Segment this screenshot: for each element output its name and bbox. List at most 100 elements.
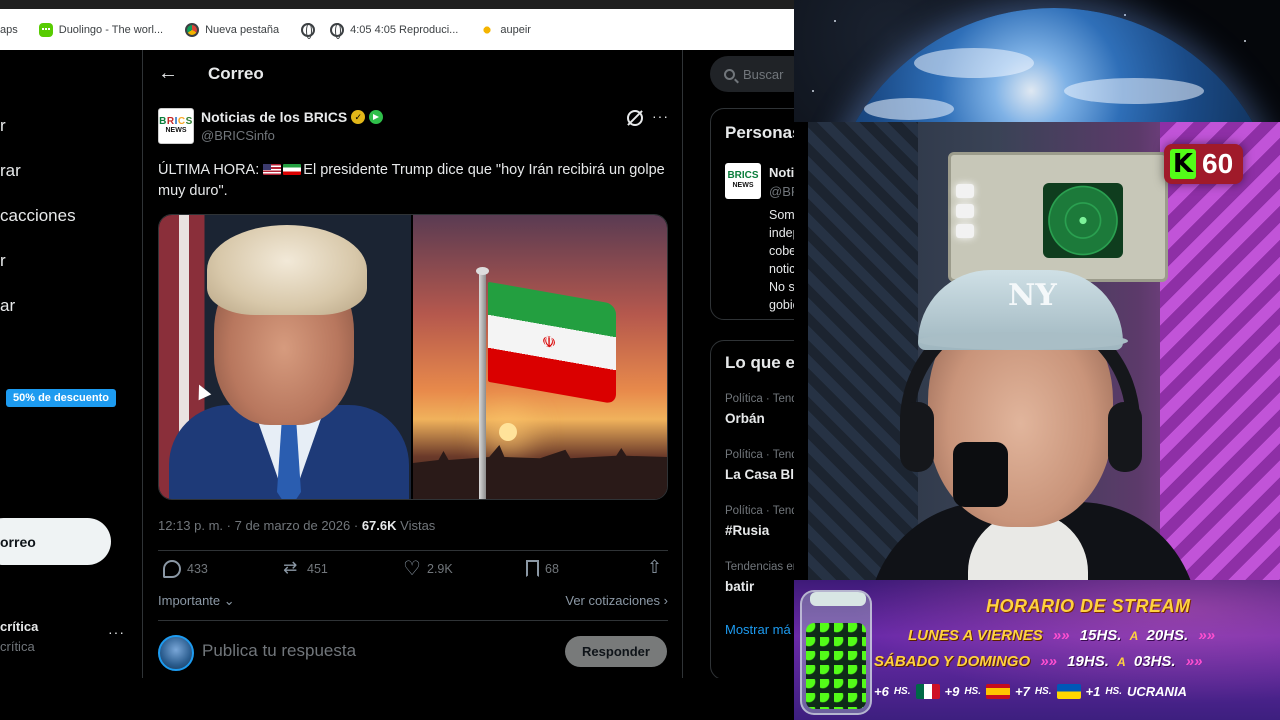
bookmarks-bar: aps Duolingo - The worl... Nueva pestaña… (0, 0, 794, 50)
tz-offset: +9 (944, 684, 960, 699)
person-avatar[interactable]: BRICS NEWS (725, 163, 761, 199)
schedule-to: 03HS. (1133, 653, 1176, 670)
trend-item[interactable]: Orbán (725, 411, 765, 426)
trump-photo[interactable] (159, 215, 412, 499)
reply-input[interactable]: Publica tu respuesta (202, 641, 356, 661)
radar-screen (1043, 183, 1123, 258)
reply-button[interactable]: 433 (163, 560, 208, 578)
view-quotes-label: Ver cotizaciones (565, 593, 661, 608)
bookmark-apps[interactable]: aps (0, 9, 29, 50)
nav-item[interactable]: ar (0, 296, 15, 316)
reply-submit-button[interactable]: Responder (565, 636, 667, 667)
schedule-from: 15HS. (1079, 627, 1122, 644)
schedule-sep: A (1117, 655, 1126, 669)
bookmark-label: 4:05 4:05 Reproduci... (350, 23, 459, 36)
bookmark-label: Nueva pestaña (205, 23, 280, 36)
reply-icon (163, 560, 181, 578)
post-button[interactable]: orreo (0, 518, 111, 565)
author-avatar[interactable]: BRICS NEWS (158, 108, 194, 144)
nav-item[interactable]: r (0, 116, 6, 136)
iran-emblem-icon: ☫ (541, 333, 557, 353)
bio-line: cobert (769, 244, 794, 258)
trend-item[interactable]: #Rusia (725, 523, 769, 538)
grok-icon[interactable] (627, 110, 643, 126)
trend-category: Tendencias en U (725, 561, 794, 573)
tweet-date[interactable]: 7 de marzo de 2026 (235, 518, 351, 533)
author-name[interactable]: Noticias de los BRICS ✓ (201, 109, 384, 125)
person-name[interactable]: Notici (769, 165, 794, 180)
schedule-row-weekend: SÁBADO Y DOMINGO »» 19HS. A 03HS. »» (874, 653, 1208, 670)
bookmark-globe[interactable] (290, 9, 319, 50)
bio-line: gobier (769, 298, 794, 312)
show-more-link[interactable]: Mostrar má (725, 622, 791, 637)
tz-unit: HS. (893, 686, 911, 697)
tweet-media[interactable]: ☫ (158, 214, 668, 500)
like-count: 2.9K (427, 562, 453, 576)
reply-count: 433 (187, 562, 208, 576)
bookmark-aupeir[interactable]: aupeir (469, 9, 542, 50)
photo-sun (499, 423, 518, 441)
bookmark-duolingo[interactable]: Duolingo - The worl... (29, 9, 174, 50)
page-title: Correo (208, 64, 264, 83)
nav-item[interactable]: r (0, 251, 6, 271)
discount-badge[interactable]: 50% de descuento (6, 389, 116, 407)
tz-unit: HS. (1034, 686, 1052, 697)
iran-flag-photo[interactable]: ☫ (413, 215, 667, 499)
viewer-count: 60 (1202, 148, 1234, 179)
space-banner (794, 0, 1280, 122)
bookmark-count: 68 (545, 561, 559, 576)
repost-button[interactable]: 451 (283, 558, 328, 578)
trend-item[interactable]: batir (725, 579, 754, 594)
x-page: r rar cacciones r ar 50% de descuento or… (0, 50, 794, 678)
back-arrow-icon[interactable]: ← (158, 63, 178, 83)
tz-offset: +6 (874, 684, 889, 699)
globe-icon (301, 22, 316, 39)
importante-dropdown[interactable]: Importante ⌄ (158, 593, 235, 609)
bio-line: No sor (769, 280, 794, 294)
chevron-right-icon: › (660, 593, 668, 608)
timezones: +6 HS. +9 HS. +7 HS. +1 HS. UCRANIA (874, 684, 1187, 699)
jar-graphic (800, 590, 872, 715)
nav-item[interactable]: rar (0, 161, 21, 181)
account-more-icon[interactable]: ··· (108, 624, 125, 640)
kick-logo-icon: K (1170, 149, 1196, 179)
photo-skyline (413, 445, 667, 499)
trend-category: Política · Tender (725, 449, 794, 461)
search-input[interactable]: Buscar (710, 56, 794, 92)
cap-logo: NY (1008, 278, 1057, 313)
bookmark-label: aupeir (500, 23, 531, 36)
bookmark-playback[interactable]: 4:05 4:05 Reproduci... (319, 9, 469, 50)
share-button[interactable] (646, 557, 664, 578)
schedule-title: HORARIO DE STREAM (986, 596, 1191, 616)
user-avatar[interactable] (158, 635, 194, 671)
bookmark-new-tab[interactable]: Nueva pestaña (174, 9, 290, 50)
trend-category: Política · Tender (725, 505, 794, 517)
avatar-text-top: BRICS (159, 116, 193, 127)
account-name[interactable]: crítica (0, 619, 38, 634)
repost-count: 451 (307, 562, 328, 576)
acoustic-foam-right (1160, 122, 1280, 580)
bookmark-button[interactable]: 68 (526, 560, 559, 577)
photo-flagpole (479, 271, 487, 499)
us-flag-icon (263, 164, 282, 175)
views-label: Vistas (400, 518, 436, 533)
divider (158, 620, 668, 621)
more-icon[interactable]: ··· (652, 108, 669, 124)
machine-lights (956, 184, 978, 246)
nav-item-notifications[interactable]: cacciones (0, 206, 76, 226)
like-button[interactable]: 2.9K (403, 556, 453, 581)
trend-item[interactable]: La Casa Blanc (725, 467, 794, 482)
bio-line: indepe (769, 226, 794, 240)
duolingo-icon (38, 22, 53, 37)
person-handle: @BRIC (769, 184, 794, 199)
chrome-icon (185, 22, 200, 37)
schedule-sep: A (1129, 629, 1139, 643)
arrows-icon: »» (1198, 627, 1216, 644)
search-icon (724, 68, 735, 80)
author-handle[interactable]: @BRICSinfo (201, 128, 275, 143)
view-quotes-link[interactable]: Ver cotizaciones › (565, 593, 668, 608)
search-placeholder: Buscar (743, 66, 784, 82)
tweet-time[interactable]: 12:13 p. m. (158, 518, 223, 533)
photo-iran-flag: ☫ (488, 281, 617, 405)
earth-graphic (824, 8, 1280, 122)
